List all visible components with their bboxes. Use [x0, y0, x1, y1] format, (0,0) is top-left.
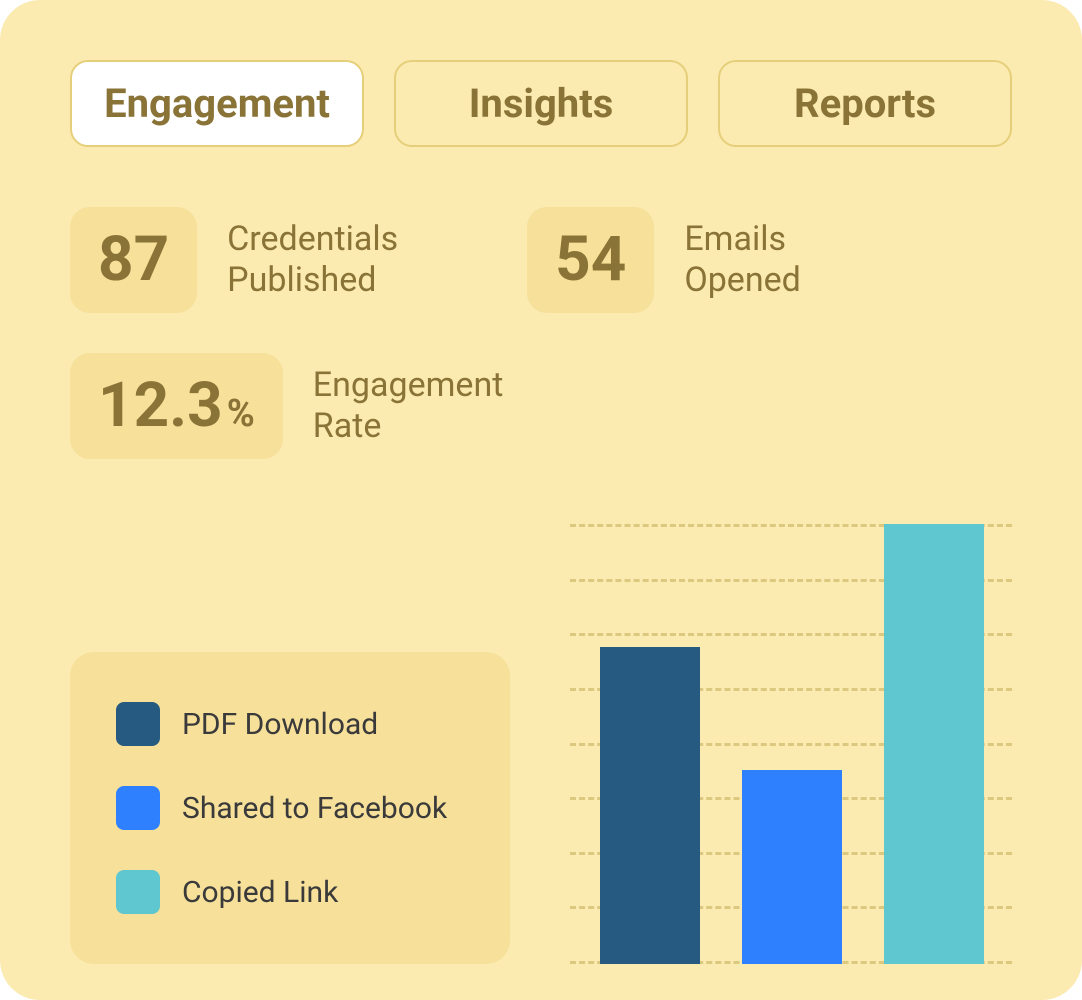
stat-value: 12.3	[98, 375, 223, 437]
legend-item: Copied Link	[116, 870, 464, 914]
stat-value-box: 12.3 %	[70, 353, 283, 459]
stats: 87 Credentials Published 54 Emails Opene…	[70, 207, 1012, 459]
stat-value: 87	[98, 229, 169, 291]
legend-item: PDF Download	[116, 702, 464, 746]
legend-swatch	[116, 786, 160, 830]
tab-insights[interactable]: Insights	[394, 60, 688, 147]
chart-bar	[600, 647, 700, 964]
legend-label: PDF Download	[182, 707, 378, 742]
tab-engagement[interactable]: Engagement	[70, 60, 364, 147]
chart-bars	[600, 524, 1002, 964]
stat-label: Credentials Published	[227, 219, 447, 301]
legend-label: Shared to Facebook	[182, 791, 447, 826]
stat-label: Engagement Rate	[313, 365, 533, 447]
tab-label: Insights	[469, 80, 614, 127]
stat-label: Emails Opened	[684, 219, 904, 301]
stat-value-box: 87	[70, 207, 197, 313]
stat-value: 54	[555, 229, 626, 291]
stat-value-box: 54	[527, 207, 654, 313]
stat-emails: 54 Emails Opened	[527, 207, 904, 313]
legend-item: Shared to Facebook	[116, 786, 464, 830]
tab-label: Reports	[794, 80, 936, 127]
stat-suffix: %	[227, 395, 255, 433]
tab-label: Engagement	[104, 80, 330, 127]
legend-swatch	[116, 702, 160, 746]
chart-legend: PDF Download Shared to Facebook Copied L…	[70, 652, 510, 964]
legend-swatch	[116, 870, 160, 914]
bottom-row: PDF Download Shared to Facebook Copied L…	[70, 524, 1012, 964]
legend-label: Copied Link	[182, 875, 338, 910]
tab-reports[interactable]: Reports	[718, 60, 1012, 147]
stat-credentials: 87 Credentials Published	[70, 207, 447, 313]
dashboard-card: Engagement Insights Reports 87 Credentia…	[0, 0, 1082, 1000]
chart-bar	[742, 770, 842, 964]
stat-engagement-rate: 12.3 % Engagement Rate	[70, 353, 1012, 459]
chart-bar	[884, 524, 984, 964]
bar-chart	[570, 524, 1012, 964]
tabs: Engagement Insights Reports	[70, 60, 1012, 147]
